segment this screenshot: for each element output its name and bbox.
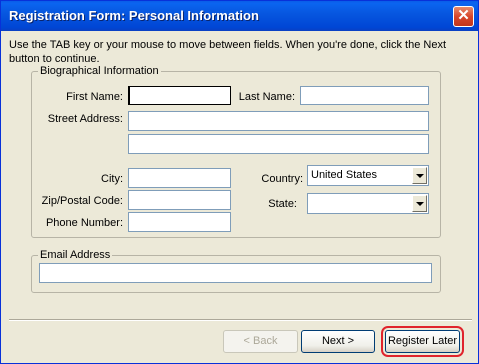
instructions-text: Use the TAB key or your mouse to move be… [9,39,447,65]
biographical-legend: Biographical Information [38,65,161,77]
state-select[interactable] [307,193,429,214]
window-title: Registration Form: Personal Information [9,8,259,23]
first-name-input[interactable] [128,86,231,105]
first-name-label: First Name: [66,91,123,103]
chevron-down-icon[interactable] [412,167,427,184]
registration-dialog: Registration Form: Personal Information … [0,0,479,364]
street-address-line1-input[interactable] [128,111,429,131]
city-label: City: [101,173,123,185]
phone-label: Phone Number: [45,217,123,229]
city-input[interactable] [128,168,231,188]
register-later-button[interactable]: Register Later [381,326,464,357]
country-select[interactable]: United States [307,165,429,186]
country-label: Country: [261,173,303,185]
country-value: United States [311,169,378,181]
zip-input[interactable] [128,190,231,210]
back-button[interactable]: < Back [223,330,298,353]
footer-divider [9,319,472,321]
email-legend: Email Address [38,249,113,261]
phone-input[interactable] [128,212,231,232]
chevron-down-icon[interactable] [412,195,427,212]
close-icon[interactable]: ✕ [453,6,474,27]
state-label: State: [268,198,297,210]
street-address-label: Street Address: [47,113,123,125]
street-address-line2-input[interactable] [128,134,429,154]
last-name-label: Last Name: [238,91,295,103]
title-bar[interactable]: Registration Form: Personal Information … [1,1,478,31]
email-input[interactable] [39,263,432,283]
next-button[interactable]: Next > [301,330,375,353]
zip-label: Zip/Postal Code: [41,195,123,207]
last-name-input[interactable] [300,86,429,105]
